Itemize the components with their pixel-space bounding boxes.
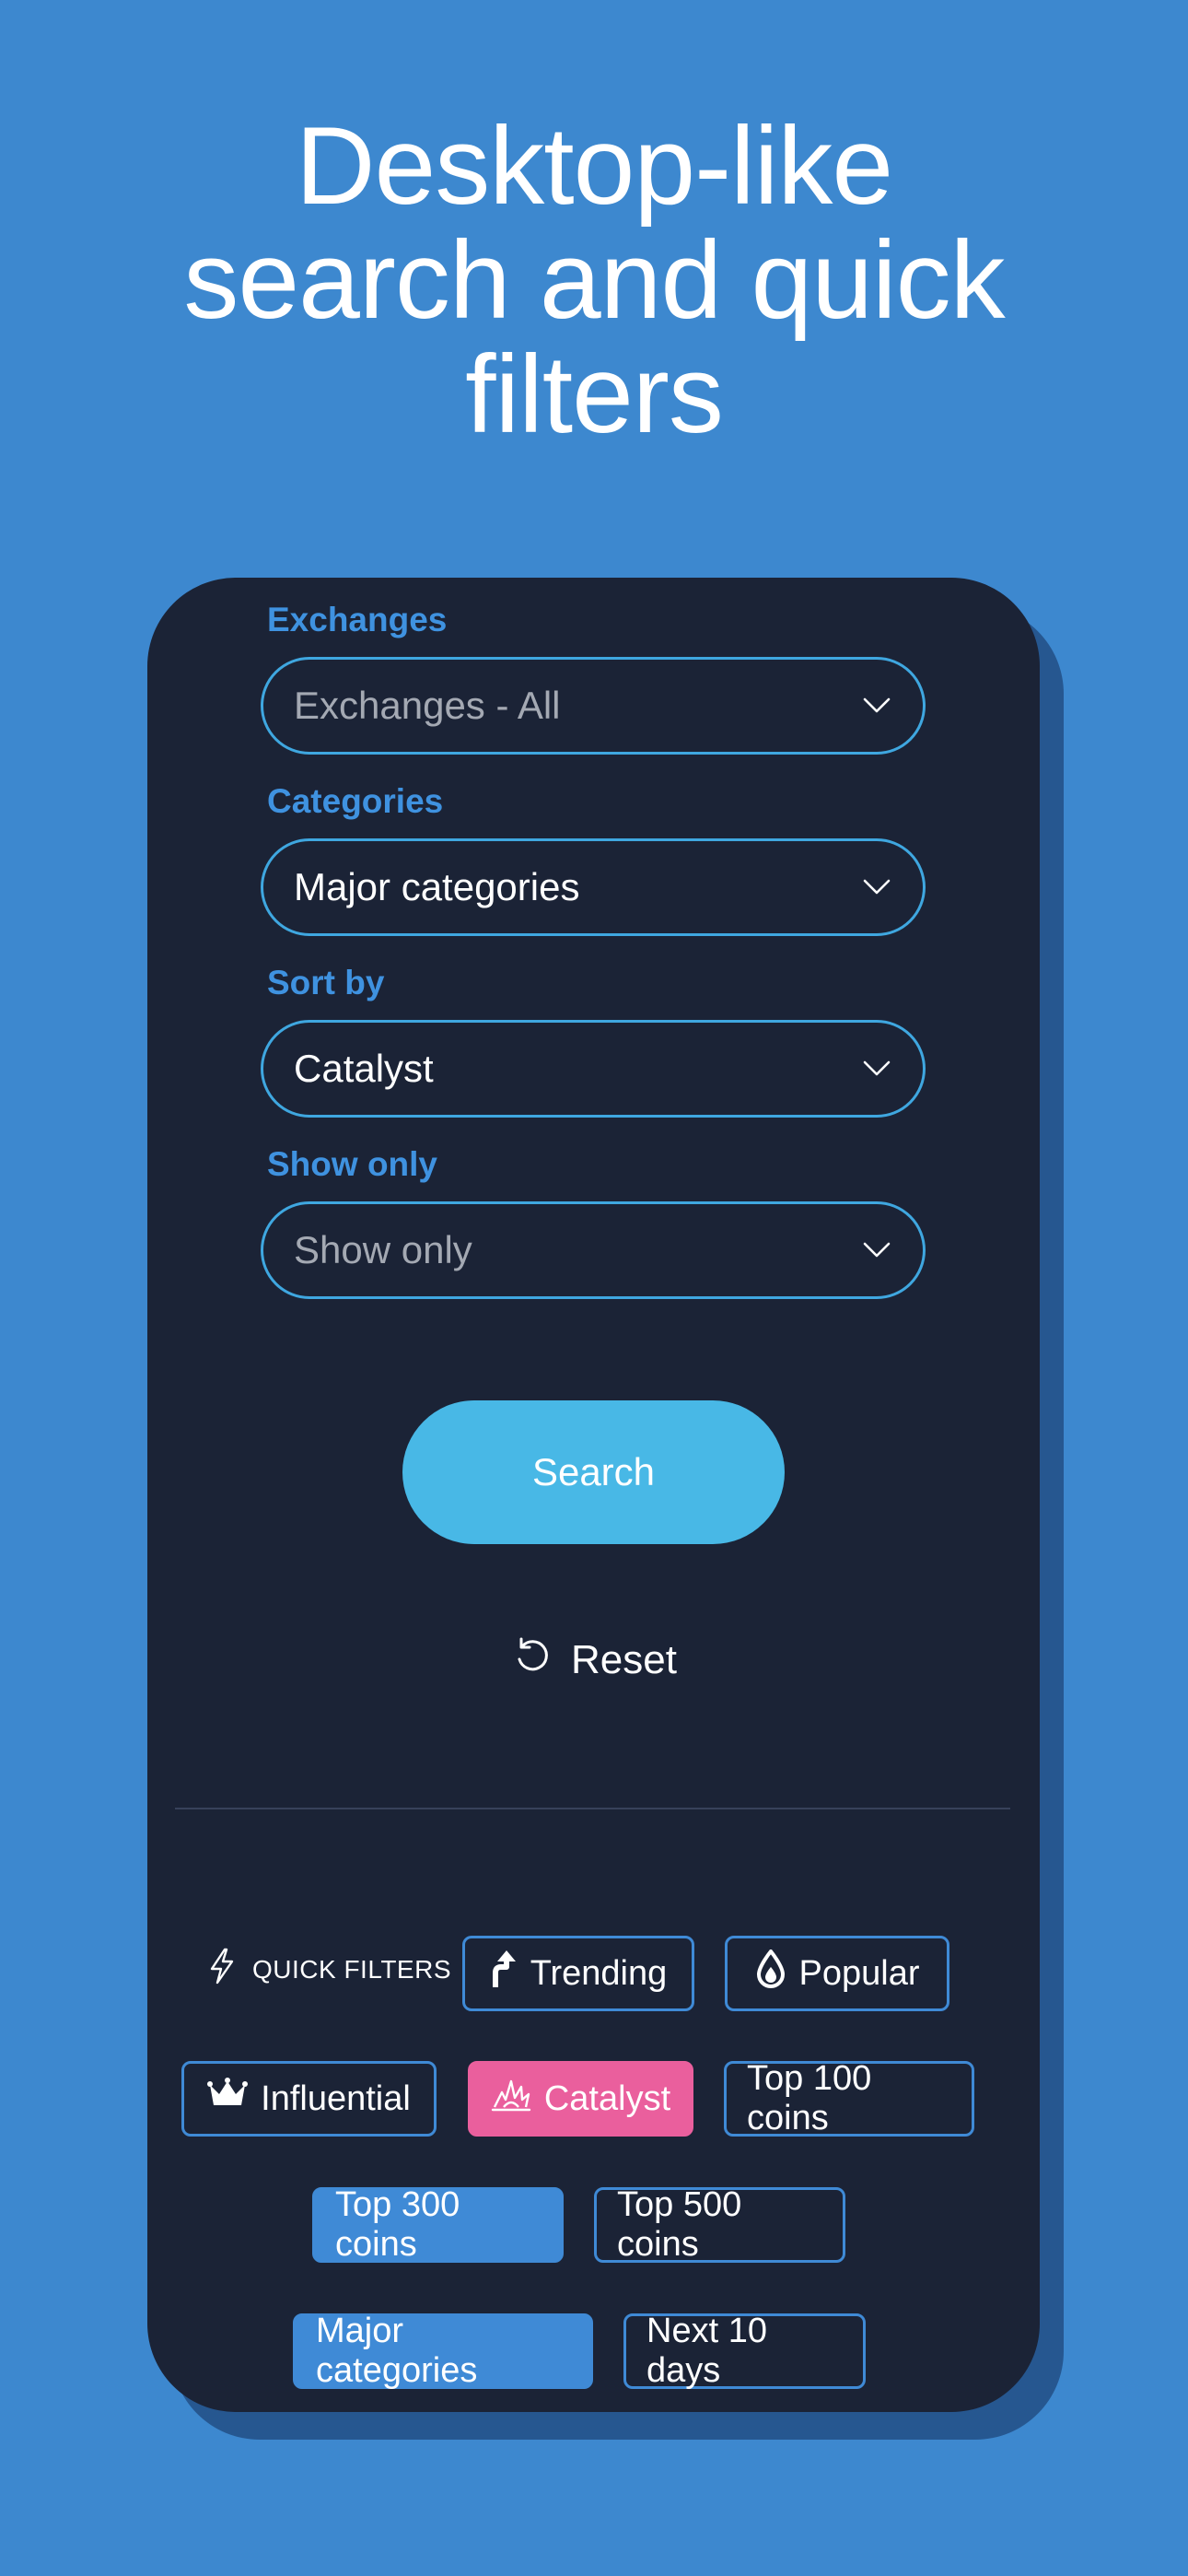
show-only-select[interactable]: Show only: [261, 1201, 926, 1299]
exchanges-select-value: Exchanges - All: [294, 684, 561, 727]
chip-top-100-coins-label: Top 100 coins: [747, 2059, 872, 2137]
chip-top-100-coins[interactable]: Top 100 coins: [724, 2059, 974, 2137]
chevron-down-icon: [858, 1050, 895, 1087]
chip-next-10-days-label: Next 10 days: [646, 2312, 767, 2390]
chip-top-300-coins[interactable]: Top 300 coins: [312, 2185, 564, 2264]
chip-trending-label: Trending: [530, 1953, 668, 1993]
chip-influential-label: Influential: [261, 2078, 411, 2118]
chip-next-10-days[interactable]: Next 10 days: [623, 2312, 866, 2390]
categories-label: Categories: [267, 782, 444, 820]
exchanges-label: Exchanges: [267, 601, 448, 638]
headline-line-2: search and quick: [183, 218, 1005, 342]
crown-icon: [207, 2078, 249, 2120]
chip-top-500-coins[interactable]: Top 500 coins: [594, 2185, 845, 2264]
explosion-icon: [491, 2076, 531, 2122]
sort-by-label: Sort by: [267, 964, 385, 1001]
search-button-label: Search: [531, 1450, 656, 1493]
chip-top-300-coins-label: Top 300 coins: [335, 2185, 460, 2264]
chip-catalyst-label: Catalyst: [543, 2078, 671, 2118]
categories-select[interactable]: Major categories: [261, 838, 926, 936]
quick-filters-text: QUICK FILTERS: [252, 1954, 452, 1984]
reset-button[interactable]: Reset: [512, 1631, 677, 1690]
chip-catalyst[interactable]: Catalyst: [468, 2061, 693, 2137]
show-only-select-value: Show only: [294, 1228, 472, 1271]
chevron-down-icon: [858, 869, 895, 906]
chip-popular-label: Popular: [798, 1953, 920, 1993]
lightning-icon: [208, 1948, 236, 1991]
headline-line-1: Desktop-like: [295, 104, 893, 228]
drop-icon: [755, 1948, 786, 1997]
show-only-label: Show only: [267, 1145, 437, 1183]
chip-major-categories[interactable]: Major categories: [293, 2312, 593, 2390]
exchanges-select[interactable]: Exchanges - All: [261, 657, 926, 755]
section-divider: [175, 1808, 1010, 1809]
trending-arrow-icon: [490, 1949, 518, 1998]
quick-filters-label: QUICK FILTERS: [208, 1948, 451, 1991]
reset-label: Reset: [571, 1637, 677, 1682]
reset-icon: [512, 1635, 553, 1686]
page-headline: Desktop-like search and quick filters: [0, 109, 1188, 451]
headline-line-3: filters: [465, 333, 724, 456]
chip-trending[interactable]: Trending: [462, 1936, 694, 2011]
chevron-down-icon: [858, 1232, 895, 1269]
categories-select-value: Major categories: [294, 865, 580, 908]
sort-by-select[interactable]: Catalyst: [261, 1020, 926, 1118]
chip-influential[interactable]: Influential: [181, 2061, 437, 2137]
search-button[interactable]: Search: [402, 1400, 785, 1544]
chip-major-categories-label: Major categories: [316, 2312, 478, 2390]
chip-top-500-coins-label: Top 500 coins: [617, 2185, 742, 2264]
chip-popular[interactable]: Popular: [725, 1936, 949, 2011]
chevron-down-icon: [858, 687, 895, 724]
sort-by-select-value: Catalyst: [294, 1047, 434, 1090]
